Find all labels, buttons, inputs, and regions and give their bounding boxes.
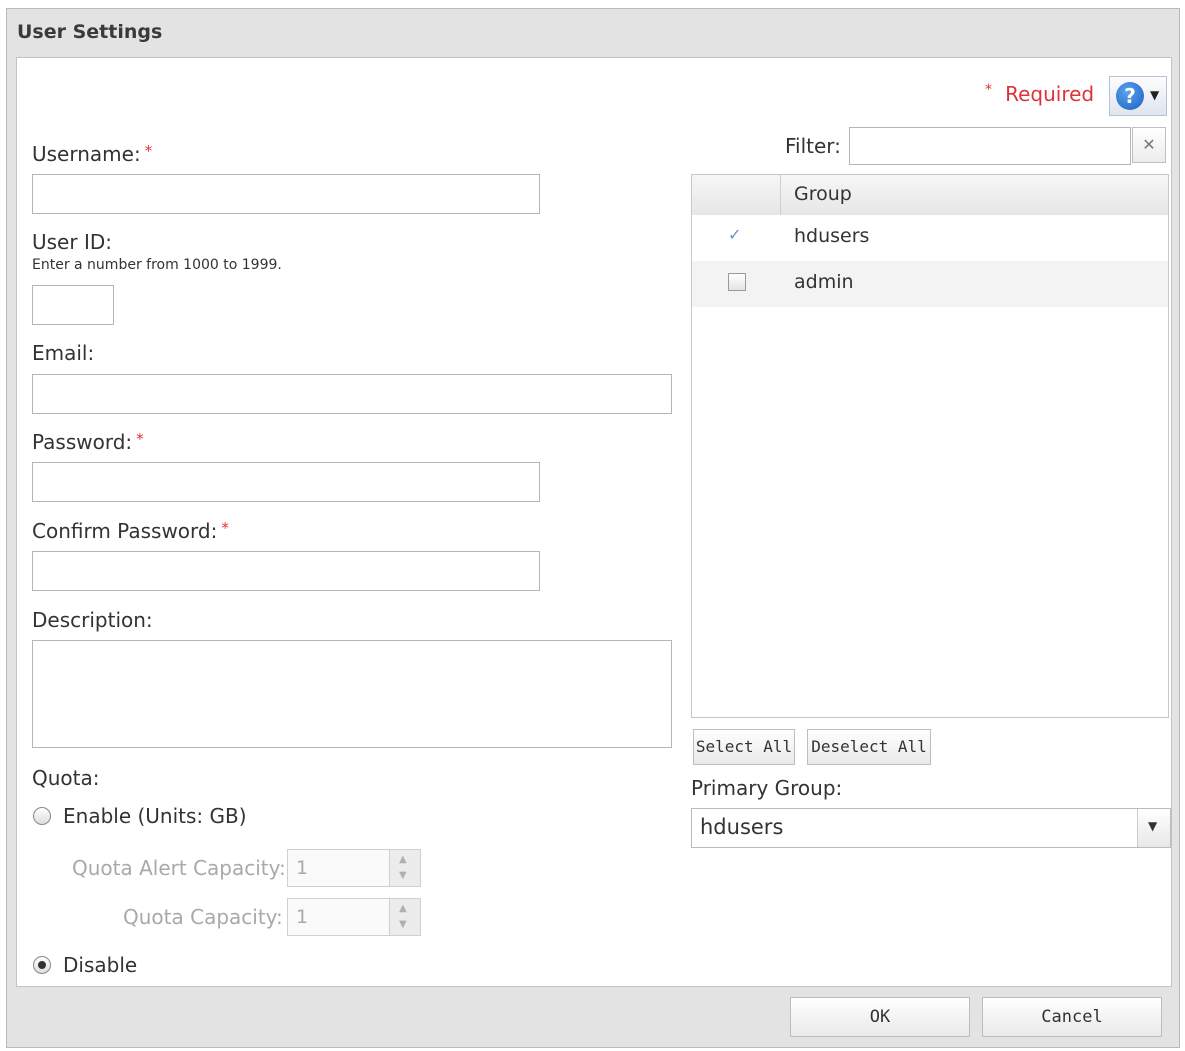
- password-label: Password: *: [32, 430, 144, 454]
- userid-hint: Enter a number from 1000 to 1999.: [32, 257, 282, 273]
- userid-input[interactable]: [32, 285, 114, 325]
- description-textarea[interactable]: [32, 640, 672, 748]
- chevron-down-icon[interactable]: ▼: [1137, 809, 1170, 847]
- deselect-all-button[interactable]: Deselect All: [807, 729, 931, 765]
- quota-label: Quota:: [32, 766, 100, 790]
- quota-enable-radio[interactable]: [33, 807, 51, 825]
- stepper-buttons[interactable]: ▲ ▼: [389, 899, 420, 935]
- confirm-password-label: Confirm Password: *: [32, 519, 229, 543]
- quota-capacity-value: 1: [296, 906, 309, 928]
- group-grid-header: Group: [692, 175, 1168, 216]
- chevron-down-icon: ▼: [1150, 88, 1160, 102]
- username-input[interactable]: [32, 174, 540, 214]
- email-label: Email:: [32, 341, 95, 365]
- help-button[interactable]: ? ▼: [1109, 76, 1167, 116]
- group-checkbox[interactable]: [728, 273, 746, 291]
- quota-disable-radio[interactable]: [33, 956, 51, 974]
- cancel-button[interactable]: Cancel: [982, 997, 1162, 1037]
- select-all-button[interactable]: Select All: [693, 729, 795, 765]
- required-note: * Required: [985, 82, 1095, 106]
- group-row[interactable]: ✓ hdusers: [692, 215, 1168, 261]
- ok-button[interactable]: OK: [790, 997, 970, 1037]
- quota-enable-label: Enable (Units: GB): [63, 804, 247, 828]
- group-grid: Group ✓ hdusers admin: [691, 174, 1169, 718]
- help-icon: ?: [1116, 82, 1144, 110]
- primary-group-value: hdusers: [700, 815, 784, 839]
- checkmark-icon[interactable]: ✓: [728, 225, 741, 244]
- primary-group-label: Primary Group:: [691, 776, 843, 800]
- quota-disable-label: Disable: [63, 953, 138, 977]
- quota-capacity-stepper[interactable]: 1 ▲ ▼: [287, 898, 421, 936]
- dialog-title: User Settings: [17, 21, 163, 43]
- password-input[interactable]: [32, 462, 540, 502]
- dialog-content: * Required ? ▼ Username: * User ID: Enter…: [16, 57, 1172, 987]
- filter-label: Filter:: [785, 134, 841, 158]
- stepper-buttons[interactable]: ▲ ▼: [389, 850, 420, 886]
- chevron-down-icon[interactable]: ▼: [399, 919, 407, 930]
- primary-group-select[interactable]: hdusers ▼: [691, 808, 1171, 848]
- group-column-header[interactable]: Group: [794, 183, 852, 205]
- quota-alert-stepper[interactable]: 1 ▲ ▼: [287, 849, 421, 887]
- close-icon[interactable]: ✕: [1132, 127, 1166, 163]
- chevron-up-icon[interactable]: ▲: [399, 854, 407, 865]
- quota-alert-label: Quota Alert Capacity:: [72, 856, 286, 880]
- group-row[interactable]: admin: [692, 261, 1168, 307]
- userid-label: User ID:: [32, 230, 112, 254]
- group-row-name: admin: [794, 271, 854, 293]
- chevron-down-icon[interactable]: ▼: [399, 870, 407, 881]
- confirm-password-input[interactable]: [32, 551, 540, 591]
- filter-input[interactable]: [849, 127, 1131, 165]
- description-label: Description:: [32, 608, 153, 632]
- quota-capacity-label: Quota Capacity:: [123, 905, 283, 929]
- user-settings-dialog: User Settings * Required ? ▼ Username: * …: [6, 8, 1180, 1048]
- username-label: Username: *: [32, 142, 153, 166]
- chevron-up-icon[interactable]: ▲: [399, 903, 407, 914]
- email-input[interactable]: [32, 374, 672, 414]
- quota-alert-value: 1: [296, 857, 309, 879]
- group-row-name: hdusers: [794, 225, 870, 247]
